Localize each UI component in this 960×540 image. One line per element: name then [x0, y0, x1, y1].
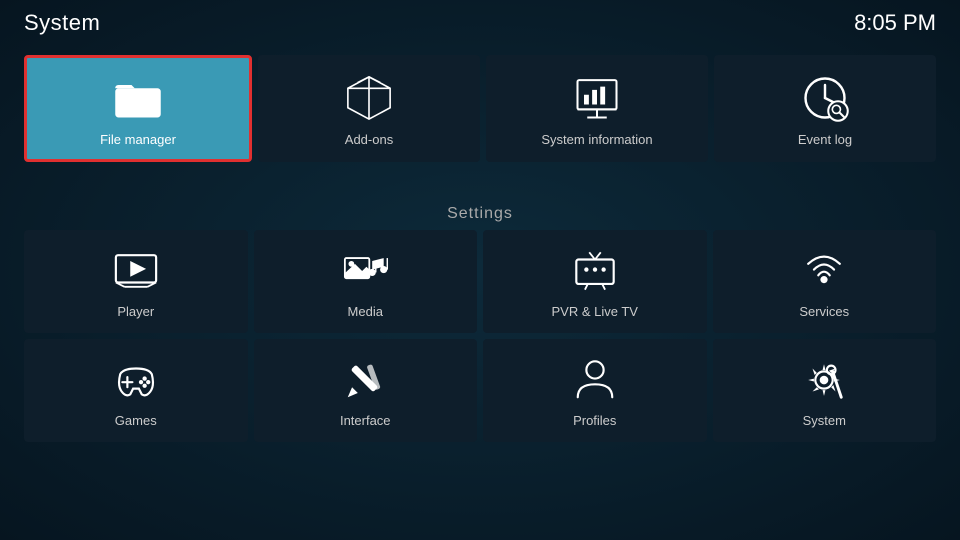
- file-manager-icon: [112, 72, 164, 124]
- system-icon: [801, 357, 847, 403]
- tile-label-file-manager: File manager: [100, 132, 176, 147]
- tile-pvr-live-tv[interactable]: PVR & Live TV: [483, 230, 707, 333]
- add-ons-icon: [343, 72, 395, 124]
- tile-label-add-ons: Add-ons: [345, 132, 393, 147]
- tile-media[interactable]: Media: [254, 230, 478, 333]
- tile-system-information[interactable]: System information: [486, 55, 708, 162]
- interface-icon: [342, 357, 388, 403]
- player-icon: [113, 248, 159, 294]
- tile-interface[interactable]: Interface: [254, 339, 478, 442]
- tile-services[interactable]: Services: [713, 230, 937, 333]
- app-title: System: [24, 10, 100, 36]
- tile-label-games: Games: [115, 413, 157, 428]
- tile-add-ons[interactable]: Add-ons: [258, 55, 480, 162]
- tile-label-pvr-live-tv: PVR & Live TV: [552, 304, 638, 319]
- games-icon: [113, 357, 159, 403]
- tile-label-interface: Interface: [340, 413, 391, 428]
- pvr-live-tv-icon: [572, 248, 618, 294]
- tile-label-player: Player: [117, 304, 154, 319]
- settings-label: Settings: [0, 205, 960, 223]
- tile-label-media: Media: [348, 304, 383, 319]
- tile-player[interactable]: Player: [24, 230, 248, 333]
- tile-label-services: Services: [799, 304, 849, 319]
- media-icon: [342, 248, 388, 294]
- tile-label-system-information: System information: [541, 132, 652, 147]
- profiles-icon: [572, 357, 618, 403]
- tile-games[interactable]: Games: [24, 339, 248, 442]
- tile-event-log[interactable]: Event log: [714, 55, 936, 162]
- header: System 8:05 PM: [0, 0, 960, 46]
- top-tile-row: File manager Add-ons System information: [0, 55, 960, 162]
- tile-file-manager[interactable]: File manager: [24, 55, 252, 162]
- clock: 8:05 PM: [854, 10, 936, 36]
- system-information-icon: [571, 72, 623, 124]
- settings-grid: Player Media: [24, 230, 936, 442]
- tile-label-event-log: Event log: [798, 132, 852, 147]
- tile-profiles[interactable]: Profiles: [483, 339, 707, 442]
- event-log-icon: [799, 72, 851, 124]
- tile-label-profiles: Profiles: [573, 413, 616, 428]
- tile-label-system: System: [803, 413, 846, 428]
- services-icon: [801, 248, 847, 294]
- tile-system[interactable]: System: [713, 339, 937, 442]
